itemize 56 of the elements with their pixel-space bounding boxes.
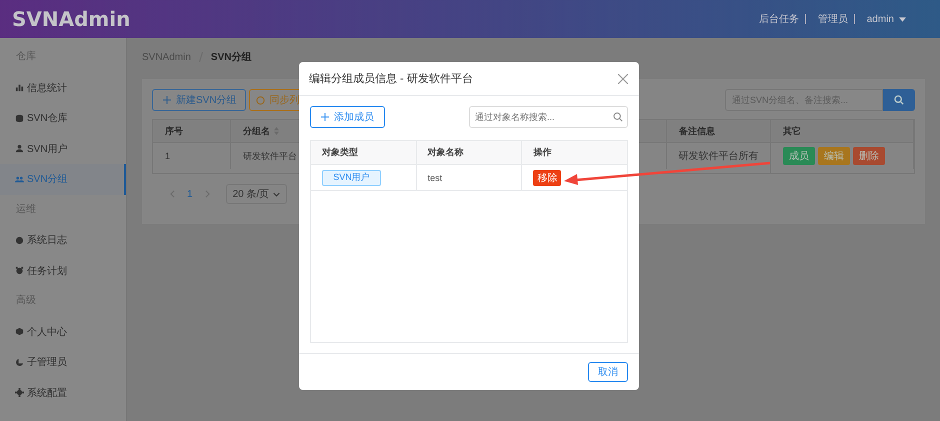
sidebar-item[interactable]: 任务计划 bbox=[0, 256, 126, 286]
column-header[interactable]: 分组名 bbox=[231, 120, 301, 142]
page-number[interactable]: 1 bbox=[187, 188, 193, 200]
column-header: 其它 bbox=[771, 120, 914, 142]
sidebar-item[interactable]: 子管理员 bbox=[0, 347, 126, 378]
menu-icon bbox=[15, 174, 24, 184]
user-menu[interactable]: admin bbox=[866, 14, 906, 24]
sidebar-item[interactable]: SVN分组 bbox=[0, 164, 126, 194]
dialog-title: 编辑分组成员信息 - 研发软件平台 bbox=[309, 72, 473, 86]
column-header: 对象名称 bbox=[416, 141, 522, 164]
member-search-field[interactable]: 通过对象名称搜索... bbox=[469, 106, 628, 128]
sidebar-item[interactable]: 信息统计 bbox=[0, 72, 126, 103]
table-cell: 1 bbox=[153, 142, 231, 169]
cancel-button[interactable]: 取消 bbox=[588, 362, 628, 382]
app-logo: SVNAdmin bbox=[12, 7, 130, 31]
plus-icon bbox=[321, 113, 329, 121]
menu-icon bbox=[15, 83, 24, 92]
caret-icon bbox=[899, 16, 906, 22]
next-page-icon[interactable] bbox=[204, 190, 210, 198]
previous-page-icon[interactable] bbox=[170, 190, 175, 198]
row-action-button[interactable]: 成员 bbox=[783, 147, 815, 165]
sidebar-item[interactable]: 系统日志 bbox=[0, 225, 126, 256]
plus-icon bbox=[163, 96, 171, 104]
header-link[interactable]: 管理员 bbox=[818, 12, 848, 26]
search-button[interactable] bbox=[883, 89, 915, 111]
add-member-button[interactable]: 添加成员 bbox=[310, 106, 385, 128]
menu-icon bbox=[15, 388, 24, 398]
page-size-select[interactable]: 20 条/页 bbox=[226, 184, 288, 204]
close-icon[interactable] bbox=[618, 74, 628, 84]
breadcrumb-current: SVN分组 bbox=[210, 50, 252, 64]
chevron-icon bbox=[273, 192, 280, 196]
menu-icon bbox=[15, 358, 24, 367]
sidebar-item[interactable]: 个人中心 bbox=[0, 316, 126, 347]
sidebar-item[interactable]: 系统配置 bbox=[0, 378, 126, 408]
menu-icon bbox=[15, 114, 24, 123]
column-header: 对象类型 bbox=[311, 141, 417, 164]
column-header: 操作 bbox=[532, 146, 552, 159]
search-icon bbox=[894, 95, 904, 105]
row-action-button[interactable]: 编辑 bbox=[818, 147, 850, 165]
circle-icon bbox=[256, 96, 265, 104]
search-icon bbox=[613, 112, 623, 122]
toolbar-button[interactable]: 新建SVN分组 bbox=[152, 89, 246, 111]
remove-button[interactable]: 移除 bbox=[533, 170, 562, 186]
column-header: 备注信息 bbox=[667, 120, 771, 142]
sidebar-item[interactable]: SVN用户 bbox=[0, 134, 126, 164]
menu-icon bbox=[15, 236, 24, 245]
type-tag: SVN用户 bbox=[322, 170, 381, 186]
header-link[interactable]: 后台任务 bbox=[758, 12, 799, 26]
table-cell: test bbox=[416, 165, 522, 190]
menu-icon bbox=[15, 327, 24, 336]
row-action-button[interactable]: 删除 bbox=[853, 147, 885, 165]
menu-icon bbox=[15, 144, 24, 154]
table-cell: 研发软件平台所有 bbox=[667, 142, 771, 173]
sidebar-item[interactable]: SVN仓库 bbox=[0, 103, 126, 134]
menu-icon bbox=[15, 266, 24, 276]
column-header: 序号 bbox=[153, 120, 231, 142]
